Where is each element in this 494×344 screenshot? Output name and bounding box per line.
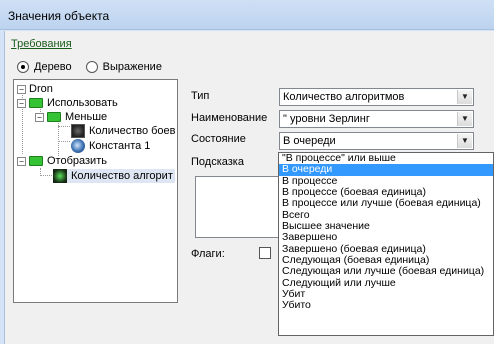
requirements-tree[interactable]: − Dron − Использовать − Меньше Количеств… [13,79,178,303]
folder-icon [29,98,43,108]
collapse-toggle[interactable]: − [17,156,26,166]
state-select[interactable]: В очереди ▼ [279,132,474,150]
dropdown-option[interactable]: Следующая или лучше (боевая единица) [279,265,493,277]
tree-node-use[interactable]: − Использовать [17,96,118,110]
folder-icon [29,156,43,166]
tree-node-label: Использовать [47,97,118,109]
dropdown-option[interactable]: Убит [279,288,493,300]
dropdown-option[interactable]: Следующий или лучше [279,277,493,289]
dropdown-option[interactable]: Завершено [279,231,493,243]
tree-node-combat-count[interactable]: Количество боев [71,124,176,138]
name-select[interactable]: " уровни Зерлинг ▼ [279,110,474,128]
state-dropdown-list[interactable]: "В процессе" или выше В очереди В процес… [278,152,494,336]
folder-icon [47,112,61,122]
tree-node-less[interactable]: − Меньше [35,110,107,124]
constant-icon [71,139,85,153]
tree-node-root[interactable]: − Dron [17,82,53,96]
tree-node-label: Количество боев [89,125,176,137]
chevron-down-icon[interactable]: ▼ [457,112,472,126]
tree-node-label: Отобразить [47,155,107,167]
radio-expression[interactable] [85,61,98,73]
radio-tree-label: Дерево [34,61,72,73]
title-bar[interactable]: Значения объекта [0,0,494,30]
algorithm-icon [53,169,67,183]
flags-label: Флаги: [191,248,225,260]
tree-node-constant[interactable]: Константа 1 [71,139,150,153]
collapse-toggle[interactable]: − [35,112,44,122]
type-select-value: Количество алгоритмов [283,91,405,103]
state-label: Состояние [191,133,246,145]
tree-node-label: Константа 1 [89,140,151,152]
tab-requirements[interactable]: Требования [11,38,72,50]
dropdown-option-selected[interactable]: В очереди [279,163,493,176]
tree-node-label: Меньше [65,111,108,123]
state-select-value: В очереди [283,135,336,147]
tree-node-display[interactable]: − Отобразить [17,154,107,168]
chevron-down-icon[interactable]: ▼ [457,134,472,148]
radio-expression-label: Выражение [102,61,162,73]
type-select[interactable]: Количество алгоритмов ▼ [279,88,474,106]
window-title: Значения объекта [8,9,110,23]
name-select-value: " уровни Зерлинг [283,113,370,125]
tree-node-label: Количество алгорит [71,170,173,182]
view-mode-radios: Дерево Выражение [17,60,162,74]
radio-tree[interactable] [17,61,29,73]
tree-node-label: Dron [29,83,53,95]
unit-icon [71,124,85,138]
flag-checkbox[interactable] [259,247,271,259]
dropdown-option[interactable]: В процессе или лучше (боевая единица) [279,197,493,209]
collapse-toggle[interactable]: − [17,98,26,108]
tree-node-algorithm-count[interactable]: Количество алгорит [53,169,175,183]
dropdown-option[interactable]: Убито [279,299,493,311]
name-label: Наименование [191,112,268,124]
type-label: Тип [191,90,210,102]
hint-textarea[interactable] [195,176,280,238]
hint-label: Подсказка [191,156,244,168]
chevron-down-icon[interactable]: ▼ [457,90,472,104]
collapse-toggle[interactable]: − [17,84,26,94]
